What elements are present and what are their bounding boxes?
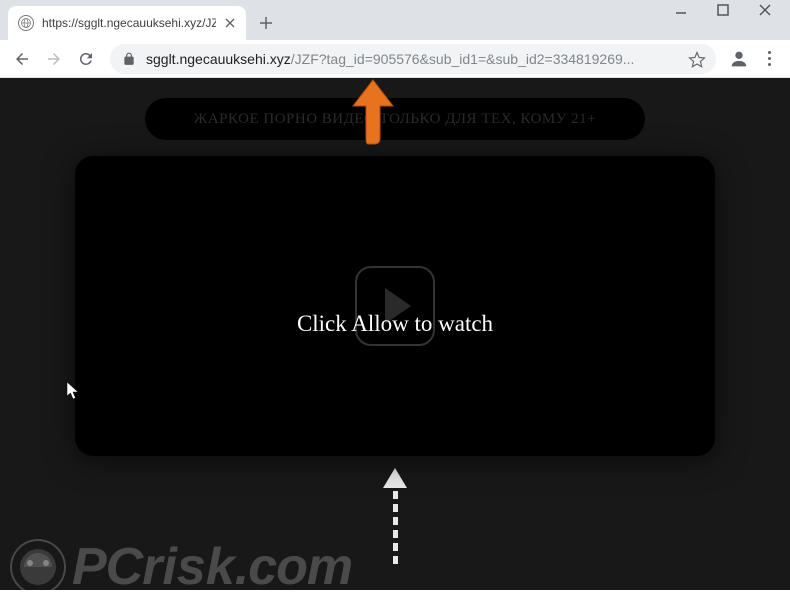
window-controls — [674, 3, 772, 17]
mouse-cursor-icon — [66, 381, 80, 401]
lock-icon[interactable] — [122, 52, 136, 66]
video-player[interactable]: Click Allow to watch — [75, 156, 715, 456]
globe-icon — [18, 15, 34, 31]
tab-title: https://sgglt.ngecauuksehi.xyz/JZ — [42, 16, 216, 30]
webpage-content: ЖАРКОЕ ПОРНО ВИДЕО ТОЛЬКО ДЛЯ ТЕХ, КОМУ … — [0, 78, 790, 590]
close-tab-icon[interactable] — [224, 17, 236, 29]
minimize-button[interactable] — [674, 3, 688, 17]
forward-button[interactable] — [40, 45, 68, 73]
reload-button[interactable] — [72, 45, 100, 73]
watermark-text: PCrisk.com — [72, 537, 352, 597]
watermark: PCrisk.com — [10, 537, 352, 597]
menu-button[interactable] — [756, 46, 782, 72]
url-domain: sgglt.ngecauuksehi.xyz — [146, 51, 291, 67]
address-bar[interactable]: sgglt.ngecauuksehi.xyz/JZF?tag_id=905576… — [110, 44, 716, 74]
browser-tab[interactable]: https://sgglt.ngecauuksehi.xyz/JZ — [8, 6, 246, 40]
url-text: sgglt.ngecauuksehi.xyz/JZF?tag_id=905576… — [146, 51, 678, 67]
overlay-text: Click Allow to watch — [297, 311, 493, 337]
profile-icon[interactable] — [726, 46, 752, 72]
dashed-up-arrow-icon — [383, 468, 407, 564]
close-window-button[interactable] — [758, 3, 772, 17]
tab-strip: https://sgglt.ngecauuksehi.xyz/JZ — [0, 0, 790, 40]
callout-arrow-icon — [338, 78, 408, 148]
browser-toolbar: sgglt.ngecauuksehi.xyz/JZF?tag_id=905576… — [0, 40, 790, 78]
watermark-logo-icon — [10, 539, 66, 595]
url-path: /JZF?tag_id=905576&sub_id1=&sub_id2=3348… — [291, 51, 635, 67]
back-button[interactable] — [8, 45, 36, 73]
maximize-button[interactable] — [716, 3, 730, 17]
bookmark-star-icon[interactable] — [688, 51, 704, 67]
new-tab-button[interactable] — [252, 9, 280, 37]
